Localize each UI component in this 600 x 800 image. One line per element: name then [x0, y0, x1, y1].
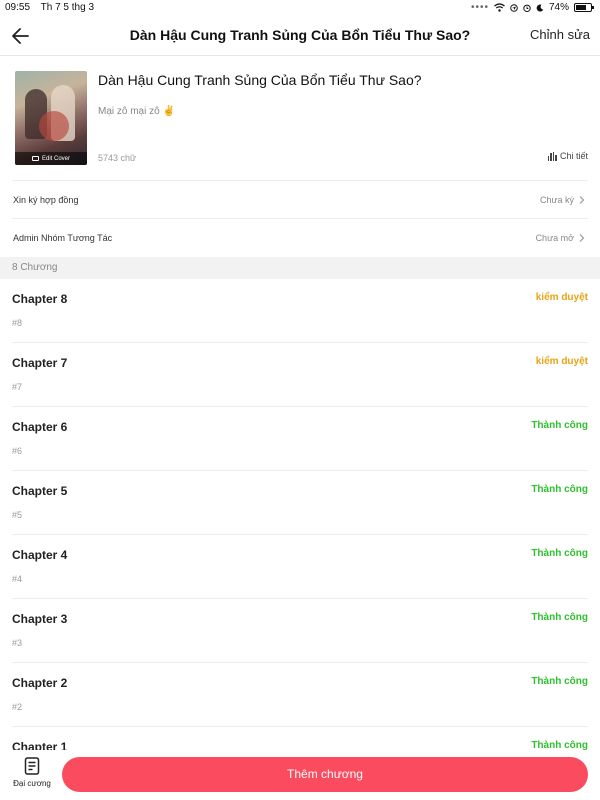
- signal-dots-icon: ••••: [470, 2, 489, 13]
- chapter-row[interactable]: Chapter 4 #4 Thành công: [0, 535, 600, 599]
- chapter-row[interactable]: Chapter 7 #7 kiểm duyệt: [0, 343, 600, 407]
- battery-icon: [574, 3, 594, 12]
- admin-group-status: Chưa mở: [535, 233, 574, 243]
- chapter-number: #3: [12, 638, 23, 648]
- chapter-title: Chapter 7: [12, 356, 68, 370]
- edit-cover-label: Edit Cover: [41, 155, 70, 162]
- chapter-number: #2: [12, 702, 23, 712]
- chapter-number: #6: [12, 446, 23, 456]
- chapter-title: Chapter 8: [12, 292, 68, 306]
- add-chapter-button[interactable]: Thêm chương: [62, 757, 588, 792]
- edit-cover-button[interactable]: Edit Cover: [15, 152, 87, 165]
- book-cover[interactable]: Edit Cover: [15, 71, 87, 165]
- admin-group-label: Admin Nhóm Tương Tác: [13, 233, 113, 243]
- chapter-status: Thành công: [531, 612, 588, 623]
- bottom-bar: Đại cương Thêm chương: [0, 750, 600, 800]
- contract-label: Xin ký hợp đồng: [13, 195, 79, 205]
- location-icon: [510, 3, 518, 12]
- admin-group-row[interactable]: Admin Nhóm Tương Tác Chưa mở: [12, 218, 588, 256]
- chapter-status: Thành công: [531, 484, 588, 495]
- alarm-icon: [523, 4, 531, 12]
- chapter-title: Chapter 6: [12, 420, 68, 434]
- chevron-right-icon: [579, 234, 585, 242]
- status-date: Th 7 5 thg 3: [40, 2, 95, 13]
- word-count: 5743 chữ: [98, 153, 137, 163]
- chapter-title: Chapter 2: [12, 676, 68, 690]
- chapter-status: Thành công: [531, 548, 588, 559]
- status-bar: 09:55 Th 7 5 thg 3 •••• 74%: [0, 0, 600, 16]
- chapter-row[interactable]: Chapter 6 #6 Thành công: [0, 407, 600, 471]
- chapter-count-header: 8 Chương: [0, 257, 600, 279]
- chapter-status: kiểm duyệt: [535, 356, 588, 367]
- outline-label: Đại cương: [13, 779, 51, 788]
- chapter-title: Chapter 4: [12, 548, 68, 562]
- book-author: Mại zô mại zô ✌️: [98, 106, 175, 117]
- chapter-status: Thành công: [531, 420, 588, 431]
- wifi-icon: [494, 3, 505, 12]
- chapter-number: #7: [12, 382, 23, 392]
- chapter-count: 8 Chương: [12, 262, 58, 273]
- chapter-row[interactable]: Chapter 2 #2 Thành công: [0, 663, 600, 727]
- detail-label: Chi tiết: [559, 151, 588, 161]
- chapter-number: #4: [12, 574, 23, 584]
- chapter-title: Chapter 3: [12, 612, 68, 626]
- chapter-number: #8: [12, 318, 23, 328]
- detail-button[interactable]: Chi tiết: [547, 151, 588, 161]
- chapter-row[interactable]: Chapter 5 #5 Thành công: [0, 471, 600, 535]
- chapter-number: #5: [12, 510, 23, 520]
- page-title: Dàn Hậu Cung Tranh Sủng Của Bổn Tiểu Thư…: [129, 27, 471, 43]
- chapter-row[interactable]: Chapter 8 #8 kiểm duyệt: [0, 279, 600, 343]
- battery-percent: 74%: [548, 2, 569, 13]
- contract-status: Chưa ký: [539, 195, 574, 205]
- book-title: Dàn Hậu Cung Tranh Sủng Của Bổn Tiểu Thư…: [98, 72, 422, 88]
- outline-button[interactable]: Đại cương: [8, 757, 56, 788]
- chapter-status: kiểm duyệt: [535, 292, 588, 303]
- document-icon: [24, 757, 40, 775]
- nav-bar: Dàn Hậu Cung Tranh Sủng Của Bổn Tiểu Thư…: [0, 16, 600, 56]
- chapter-title: Chapter 5: [12, 484, 68, 498]
- chevron-right-icon: [579, 196, 585, 204]
- chapter-status: Thành công: [531, 676, 588, 687]
- bar-chart-icon: [547, 151, 557, 161]
- chapter-list: Chapter 8 #8 kiểm duyệt Chapter 7 #7 kiể…: [0, 279, 600, 791]
- moon-icon: [536, 4, 544, 12]
- contract-row[interactable]: Xin ký hợp đồng Chưa ký: [12, 180, 588, 218]
- book-info: Edit Cover Dàn Hậu Cung Tranh Sủng Của B…: [0, 56, 600, 180]
- cover-figure: [39, 111, 69, 141]
- status-time: 09:55: [5, 2, 31, 13]
- edit-button[interactable]: Chỉnh sửa: [530, 27, 590, 42]
- image-icon: [31, 156, 39, 161]
- chapter-row[interactable]: Chapter 3 #3 Thành công: [0, 599, 600, 663]
